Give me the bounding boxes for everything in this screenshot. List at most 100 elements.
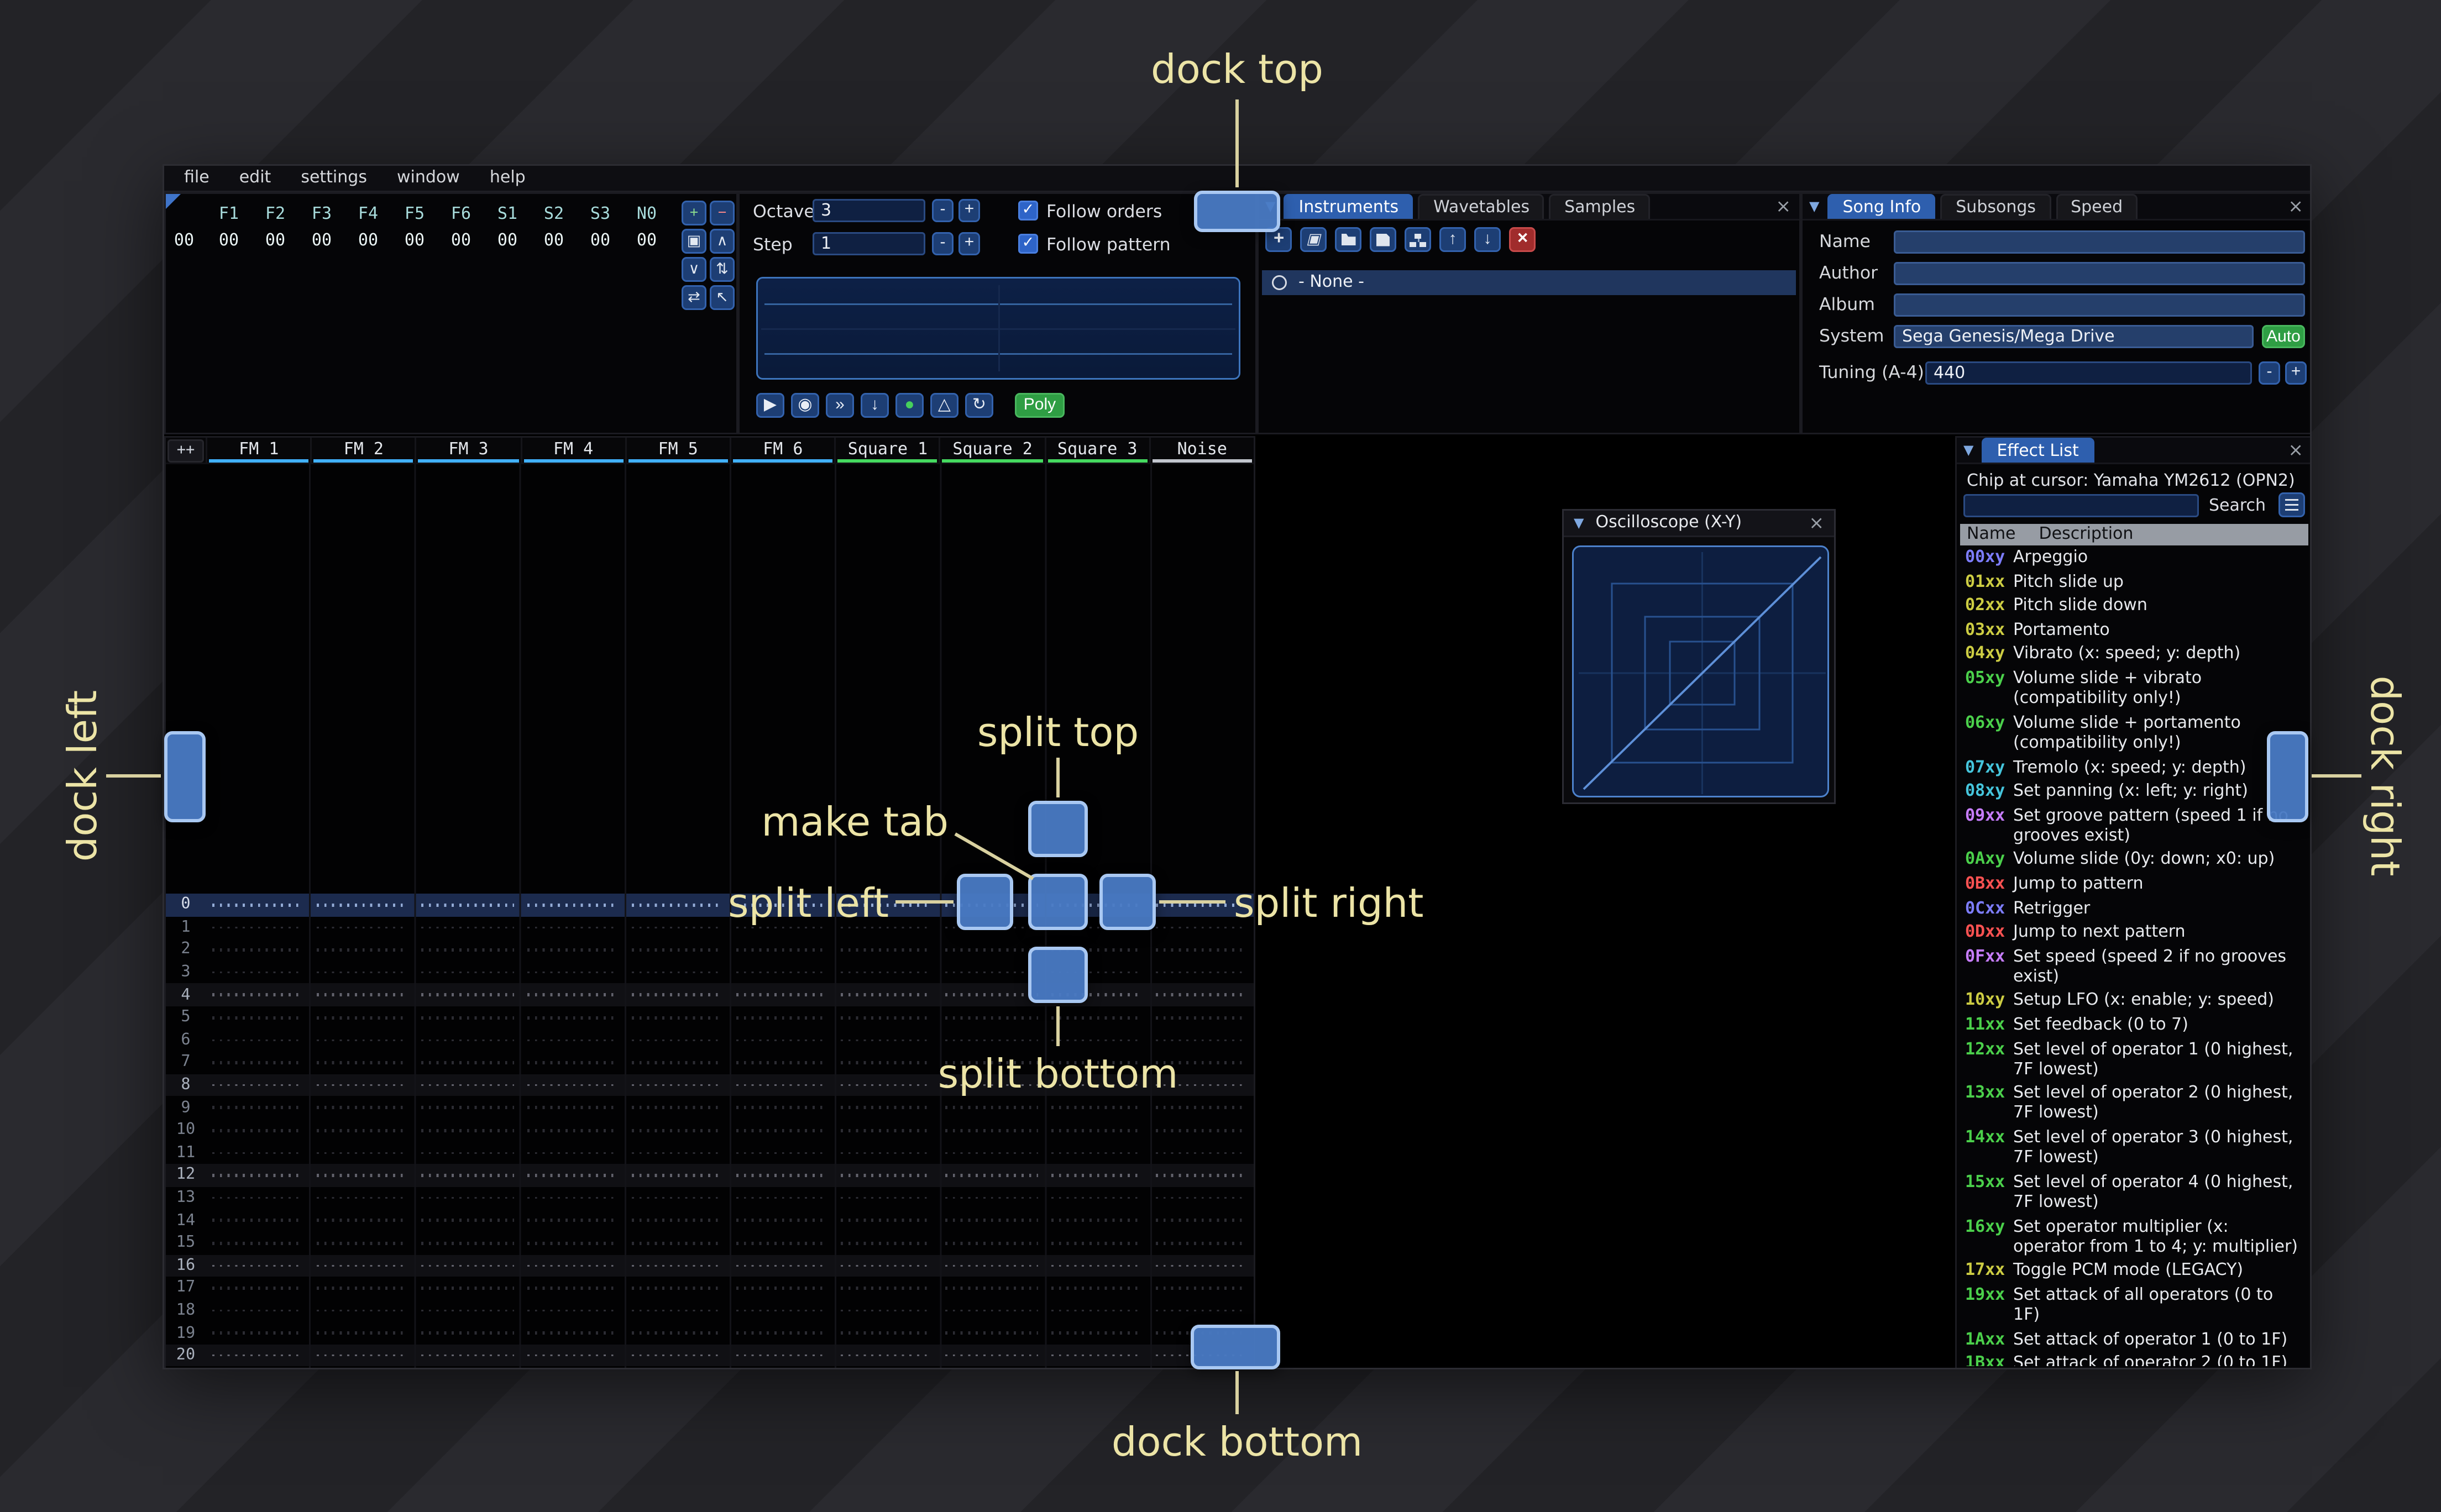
effect-row[interactable]: 0Bxx Jump to pattern: [1960, 873, 2308, 897]
pattern-cell[interactable]: [206, 1232, 311, 1254]
pattern-cell[interactable]: [415, 1051, 520, 1074]
pattern-cell[interactable]: [835, 1096, 940, 1119]
channel-header[interactable]: FM 5: [625, 438, 730, 463]
pattern-cell[interactable]: [415, 1096, 520, 1119]
effect-search-input[interactable]: [1963, 494, 2199, 517]
pattern-cell[interactable]: [1149, 1299, 1254, 1322]
pattern-row[interactable]: 4: [166, 984, 1254, 1006]
channel-header[interactable]: FM 6: [730, 438, 835, 463]
pattern-cell[interactable]: [835, 1119, 940, 1142]
split-bottom-target[interactable]: [1028, 947, 1088, 1003]
pattern-cell[interactable]: [1149, 984, 1254, 1006]
pattern-cell[interactable]: [1044, 1164, 1149, 1186]
pattern-cell[interactable]: [625, 939, 730, 962]
pattern-row[interactable]: 17: [166, 1277, 1254, 1299]
pattern-cell[interactable]: [415, 916, 520, 939]
pattern-cell[interactable]: [730, 1164, 835, 1186]
pattern-cell[interactable]: [311, 1322, 416, 1345]
pattern-cell[interactable]: [520, 984, 625, 1006]
effect-row[interactable]: 04xy Vibrato (x: speed; y: depth): [1960, 644, 2308, 668]
pattern-row[interactable]: 2: [166, 939, 1254, 962]
channel-header[interactable]: FM 1: [206, 438, 311, 463]
pattern-row[interactable]: 9: [166, 1096, 1254, 1119]
channel-header[interactable]: Square 2: [939, 438, 1044, 463]
pattern-cell[interactable]: [520, 939, 625, 962]
pattern-cell[interactable]: [730, 1006, 835, 1029]
pattern-cell[interactable]: [730, 1096, 835, 1119]
pattern-cell[interactable]: [520, 1254, 625, 1277]
pattern-cell[interactable]: [939, 1367, 1044, 1368]
pattern-cell[interactable]: [311, 1367, 416, 1368]
pattern-rows[interactable]: 0 1 2 3 4 5 6 7 8 9 10 11 12 13 14 15 16…: [166, 894, 1254, 1368]
pattern-cell[interactable]: [625, 1322, 730, 1345]
pattern-cell[interactable]: [730, 1142, 835, 1164]
pattern-cell[interactable]: [415, 1164, 520, 1186]
pattern-cell[interactable]: [520, 1186, 625, 1209]
pattern-cell[interactable]: [835, 1186, 940, 1209]
dock-top-target[interactable]: [1194, 191, 1280, 232]
pattern-row[interactable]: 0: [166, 894, 1254, 916]
pattern-cell[interactable]: [730, 1299, 835, 1322]
pattern-row[interactable]: 8: [166, 1074, 1254, 1097]
pattern-row[interactable]: 13: [166, 1186, 1254, 1209]
pattern-cell[interactable]: [730, 939, 835, 962]
instrument-toolbar-button[interactable]: [1474, 227, 1501, 252]
pattern-cell[interactable]: [206, 1074, 311, 1096]
pattern-cell[interactable]: [835, 1029, 940, 1052]
instrument-none-radio[interactable]: [1272, 275, 1287, 290]
transport-button[interactable]: ↓: [861, 393, 889, 418]
channel-header[interactable]: FM 4: [520, 438, 625, 463]
follow-pattern-checkbox[interactable]: [1018, 234, 1038, 254]
pattern-cell[interactable]: [520, 961, 625, 984]
tuning-increment-button[interactable]: +: [2285, 361, 2307, 385]
channel-header[interactable]: Noise: [1149, 438, 1254, 463]
pattern-cell[interactable]: [939, 1186, 1044, 1209]
instrument-toolbar-button[interactable]: [1405, 227, 1431, 252]
effect-row[interactable]: 05xy Volume slide + vibrato (compatibili…: [1960, 668, 2308, 712]
order-cell[interactable]: 00: [252, 232, 298, 250]
pattern-cell[interactable]: [730, 1186, 835, 1209]
transport-button[interactable]: ▶: [756, 393, 784, 418]
pattern-cell[interactable]: [1149, 1051, 1254, 1074]
effect-row[interactable]: 1Axx Set attack of operator 1 (0 to 1F): [1960, 1329, 2308, 1353]
pattern-cell[interactable]: [311, 961, 416, 984]
pattern-cell[interactable]: [730, 916, 835, 939]
effect-row[interactable]: 11xx Set feedback (0 to 7): [1960, 1014, 2308, 1038]
pattern-cell[interactable]: [939, 1209, 1044, 1232]
pattern-cell[interactable]: [625, 1232, 730, 1254]
pattern-cell[interactable]: [206, 1299, 311, 1322]
effect-row[interactable]: 16xy Set operator multiplier (x: operato…: [1960, 1216, 2308, 1260]
pattern-cell[interactable]: [415, 1232, 520, 1254]
pattern-cell[interactable]: [206, 1209, 311, 1232]
effect-row[interactable]: 03xx Portamento: [1960, 620, 2308, 644]
order-toolbar-button[interactable]: −: [710, 201, 735, 225]
pattern-cell[interactable]: [311, 1186, 416, 1209]
order-toolbar-button[interactable]: ↖: [710, 285, 735, 310]
instruments-tab[interactable]: Samples: [1549, 194, 1651, 219]
pattern-cell[interactable]: [835, 1232, 940, 1254]
order-toolbar-button[interactable]: ⇄: [682, 285, 706, 310]
pattern-cell[interactable]: [415, 1254, 520, 1277]
order-toolbar-button[interactable]: ▣: [682, 229, 706, 254]
pattern-cell[interactable]: [1044, 1277, 1149, 1299]
order-cell[interactable]: 00: [298, 232, 345, 250]
pattern-cell[interactable]: [625, 1299, 730, 1322]
pattern-cell[interactable]: [939, 1029, 1044, 1052]
order-cell[interactable]: 00: [345, 232, 391, 250]
pattern-row[interactable]: 1: [166, 916, 1254, 939]
dock-left-target[interactable]: [164, 731, 206, 822]
make-tab-target[interactable]: [1028, 874, 1088, 930]
pattern-cell[interactable]: [206, 1164, 311, 1186]
system-field[interactable]: [1894, 325, 2254, 348]
pattern-row[interactable]: 7: [166, 1051, 1254, 1074]
pattern-cell[interactable]: [311, 1164, 416, 1186]
pattern-cell[interactable]: [520, 1209, 625, 1232]
octave-increment-button[interactable]: +: [958, 199, 980, 222]
pattern-cell[interactable]: [730, 1029, 835, 1052]
pattern-cell[interactable]: [415, 1277, 520, 1299]
pattern-cell[interactable]: [206, 1367, 311, 1368]
channel-header[interactable]: FM 2: [310, 438, 416, 463]
pattern-cell[interactable]: [520, 1367, 625, 1368]
pattern-cell[interactable]: [311, 1254, 416, 1277]
order-cell[interactable]: 00: [531, 232, 577, 250]
